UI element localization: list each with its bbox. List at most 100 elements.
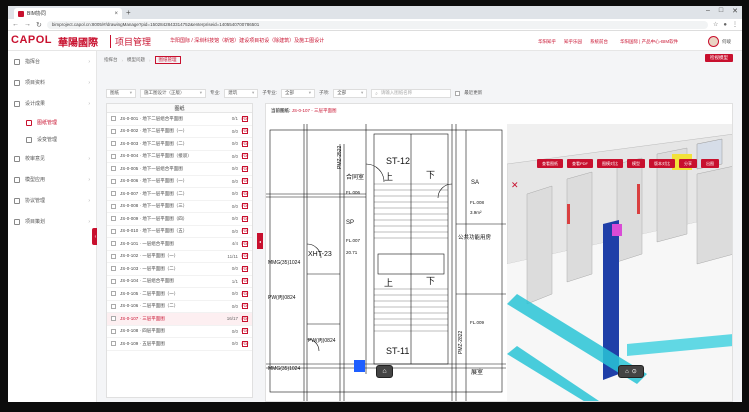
pdf-icon[interactable]: PDF bbox=[242, 128, 249, 135]
minimize-icon[interactable]: – bbox=[706, 7, 710, 15]
list-item[interactable]: JS-0-104 · 二层组合平面图 1/1 PDF bbox=[107, 276, 252, 288]
sidebar-item-7[interactable]: 协议管理 › bbox=[8, 190, 96, 211]
list-item[interactable]: JS-0-008 · 地下一层平面图（三） 0/0 PDF bbox=[107, 201, 252, 213]
model-home-button[interactable]: ⌂ ⊙ bbox=[618, 365, 644, 378]
row-checkbox[interactable] bbox=[111, 203, 116, 209]
sidebar-item-0[interactable]: 指挥台 › bbox=[8, 51, 96, 72]
sidebar-item-2[interactable]: 设计成果 › bbox=[8, 93, 96, 114]
list-item[interactable]: JS-0-007 · 地下一层平面图（二） 0/0 PDF bbox=[107, 188, 252, 201]
sidebar-item-6[interactable]: 模型应用 › bbox=[8, 169, 96, 190]
viewer-close-icon[interactable]: ✕ bbox=[511, 180, 519, 191]
pdf-icon[interactable]: PDF bbox=[242, 253, 249, 260]
row-checkbox[interactable] bbox=[111, 278, 116, 284]
list-item[interactable]: JS-0-009 · 地下一层平面图（四） 0/0 PDF bbox=[107, 213, 252, 226]
sidebar-item-5[interactable]: 校审意见 › bbox=[8, 148, 96, 169]
list-item[interactable]: JS-0-002 · 地下二层平面图（一） 0/0 PDF bbox=[107, 126, 252, 138]
row-checkbox[interactable] bbox=[111, 141, 116, 147]
pdf-icon[interactable]: PDF bbox=[242, 140, 249, 147]
sidebar-item-1[interactable]: 项目资料 › bbox=[8, 72, 96, 93]
list-item[interactable]: JS-0-006 · 地下一层平面图（一） 0/0 PDF bbox=[107, 176, 252, 188]
bookmark-star-icon[interactable]: ☆ bbox=[713, 21, 718, 28]
subspecialty-select[interactable]: 全部 ▾ bbox=[281, 88, 316, 98]
viewer-button-1[interactable]: 查看PDF bbox=[567, 159, 593, 168]
stage-select[interactable]: 图纸 ▾ bbox=[106, 88, 136, 98]
row-checkbox[interactable] bbox=[111, 291, 116, 297]
list-item[interactable]: JS-0-101 · 一层组合平面图 4/4 PDF bbox=[107, 238, 252, 251]
row-checkbox[interactable] bbox=[111, 266, 116, 272]
sidebar-item-8[interactable]: 项目策划 › bbox=[8, 211, 96, 232]
maximize-icon[interactable]: □ bbox=[719, 7, 723, 15]
row-checkbox[interactable] bbox=[111, 128, 116, 134]
header-link-2[interactable]: 系统前台 bbox=[590, 39, 608, 45]
new-tab-icon[interactable]: + bbox=[126, 8, 131, 17]
breadcrumb-item-0[interactable]: 指挥台 bbox=[104, 57, 118, 63]
browser-tab[interactable]: BIM协同 × bbox=[14, 8, 122, 19]
pdf-icon[interactable]: PDF bbox=[242, 203, 249, 210]
search-input[interactable]: ⌕ 请输入图纸名称 bbox=[371, 88, 452, 98]
pdf-icon[interactable]: PDF bbox=[242, 265, 249, 272]
list-item[interactable]: JS-0-103 · 一层平面图（二） 0/0 PDF bbox=[107, 263, 252, 276]
tab-close-icon[interactable]: × bbox=[114, 11, 118, 17]
floor-select[interactable]: 全部 ▾ bbox=[333, 88, 368, 98]
list-item[interactable]: JS-0-106 · 二层平面图（二） 0/0 PDF bbox=[107, 301, 252, 313]
pdf-icon[interactable]: PDF bbox=[242, 290, 249, 297]
pdf-icon[interactable]: PDF bbox=[242, 215, 249, 222]
list-item[interactable]: JS-0-105 · 二层平面图（一） 0/0 PDF bbox=[107, 288, 252, 301]
list-item[interactable]: JS-0-001 · 地下二层组合平面图 0/1 PDF bbox=[107, 113, 252, 126]
browser-menu-icon[interactable]: ⋮ bbox=[732, 21, 738, 28]
user-name[interactable]: 何峻 bbox=[722, 39, 731, 45]
pdf-icon[interactable]: PDF bbox=[242, 228, 249, 235]
list-collapse-button[interactable]: ◂ bbox=[257, 233, 263, 249]
close-window-icon[interactable]: ✕ bbox=[732, 7, 738, 15]
forward-icon[interactable]: → bbox=[24, 21, 31, 28]
row-checkbox[interactable] bbox=[111, 341, 116, 347]
row-checkbox[interactable] bbox=[111, 178, 116, 184]
list-item[interactable]: JS-0-005 · 地下一层组合平面图 0/0 PDF bbox=[107, 163, 252, 176]
pdf-icon[interactable]: PDF bbox=[242, 115, 249, 122]
list-item[interactable]: JS-0-010 · 地下一层平面图（五） 0/0 PDF bbox=[107, 226, 252, 238]
avatar[interactable] bbox=[708, 36, 719, 47]
row-checkbox[interactable] bbox=[111, 253, 116, 259]
cad-highlight-marker[interactable] bbox=[354, 360, 365, 372]
list-item[interactable]: JS-0-004 · 地下二层平面图（接驳） 0/0 PDF bbox=[107, 151, 252, 163]
row-checkbox[interactable] bbox=[111, 191, 116, 197]
category-select[interactable]: 施工图设计（正版） ▾ bbox=[140, 88, 206, 98]
pdf-icon[interactable]: PDF bbox=[242, 340, 249, 347]
pdf-icon[interactable]: PDF bbox=[242, 165, 249, 172]
cad-plan-view[interactable]: ST-12 ST-11 上 下 上 下 合同室 SP 公共功能用房 展室 SA … bbox=[266, 124, 506, 402]
org-switcher[interactable]: 华阳国际 | 产品中心-BIM软件 bbox=[620, 39, 678, 45]
specialty-select[interactable]: 建筑 ▾ bbox=[224, 88, 259, 98]
viewer-button-2[interactable]: 图模对比 bbox=[597, 159, 623, 168]
pdf-icon[interactable]: PDF bbox=[242, 240, 249, 247]
breadcrumb-item-2[interactable]: 图纸管理 bbox=[154, 56, 181, 64]
project-path[interactable]: 华阳国际 / 深圳科技馆（新馆）建设项目初设（除建筑）及施工图设计 bbox=[170, 37, 324, 44]
sidebar-item-3[interactable]: 图纸管理 bbox=[8, 114, 96, 131]
row-checkbox[interactable] bbox=[111, 303, 116, 309]
list-item[interactable]: JS-0-003 · 地下二层平面图（二） 0/0 PDF bbox=[107, 138, 252, 151]
list-item[interactable]: JS-0-102 · 一层平面图（一） 11/11 PDF bbox=[107, 251, 252, 263]
list-item[interactable]: JS-0-109 · 五层平面图 0/0 PDF bbox=[107, 338, 252, 351]
viewer-button-0[interactable]: 查看图纸 bbox=[537, 159, 563, 168]
row-checkbox[interactable] bbox=[111, 328, 116, 334]
pdf-icon[interactable]: PDF bbox=[242, 190, 249, 197]
viewer-button-5[interactable]: 分享 bbox=[679, 159, 697, 168]
pdf-icon[interactable]: PDF bbox=[242, 328, 249, 335]
profile-icon[interactable]: ● bbox=[723, 22, 727, 28]
list-item[interactable]: JS-0-108 · 四层平面图 0/0 PDF bbox=[107, 326, 252, 338]
brand-logo[interactable]: CAPOL bbox=[11, 34, 52, 46]
pdf-icon[interactable]: PDF bbox=[242, 178, 249, 185]
sidebar-item-4[interactable]: 设变管理 bbox=[8, 131, 96, 148]
latest-checkbox[interactable] bbox=[455, 90, 461, 96]
viewer-button-6[interactable]: 出图 bbox=[701, 159, 719, 168]
row-checkbox[interactable] bbox=[111, 241, 116, 247]
list-item[interactable]: JS-0-107 · 三层平面图 16/17 PDF bbox=[107, 313, 252, 326]
row-checkbox[interactable] bbox=[111, 153, 116, 159]
pdf-icon[interactable]: PDF bbox=[242, 278, 249, 285]
header-link-0[interactable]: 华阳知乎 bbox=[538, 39, 556, 45]
row-checkbox[interactable] bbox=[111, 216, 116, 222]
row-checkbox[interactable] bbox=[111, 116, 116, 122]
collab-button[interactable]: 检视模型 bbox=[705, 54, 733, 62]
row-checkbox[interactable] bbox=[111, 316, 116, 322]
row-checkbox[interactable] bbox=[111, 166, 116, 172]
viewer-button-4[interactable]: 版本对比 bbox=[649, 159, 675, 168]
